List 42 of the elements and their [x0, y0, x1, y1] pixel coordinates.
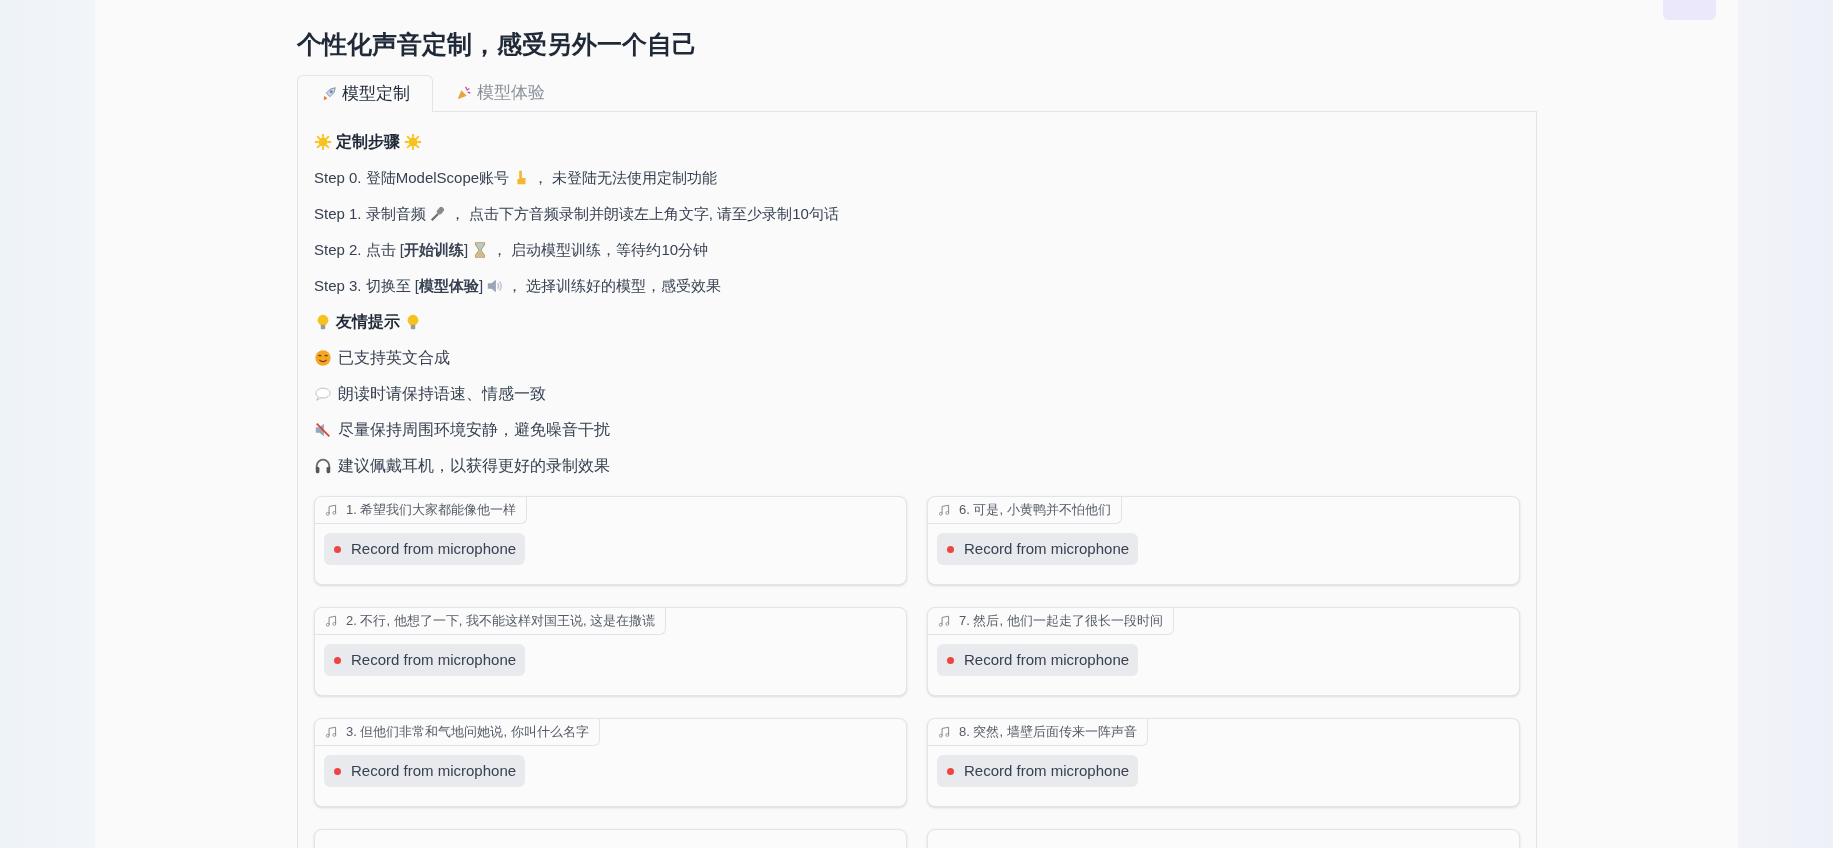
- tip-text: 尽量保持周围环境安静，避免噪音干扰: [338, 420, 610, 440]
- step-text: Step 2. 点击 [开始训练]: [314, 239, 469, 260]
- record-button[interactable]: Record from microphone: [324, 755, 526, 787]
- step-text: ， 点击下方音频录制并朗读左上角文字, 请至少录制10句话: [449, 203, 839, 224]
- speech-bubble-icon: [314, 385, 332, 403]
- tip-text: 建议佩戴耳机，以获得更好的录制效果: [338, 456, 610, 476]
- music-note-icon: [325, 503, 338, 517]
- tab[interactable]: 模型定制: [297, 75, 433, 112]
- page-title: 个性化声音定制，感受另外一个自己: [297, 29, 698, 60]
- tip-text: 朗读时请保持语速、情感一致: [338, 384, 546, 404]
- muted-speaker-icon: [314, 421, 332, 439]
- step-text: Step 0. 登陆ModelScope账号: [314, 167, 510, 188]
- sentence-text: 6. 可是, 小黄鸭并不怕他们: [959, 501, 1111, 520]
- tip-text: 已支持英文合成: [338, 348, 450, 368]
- step-text: ， 未登陆无法使用定制功能: [533, 167, 718, 188]
- music-note-icon: [938, 503, 951, 517]
- record-button[interactable]: Record from microphone: [937, 533, 1139, 565]
- smiley-icon: [314, 349, 332, 367]
- sun-icon: [314, 133, 332, 151]
- speaker-icon: [486, 277, 505, 295]
- headphones-icon: [314, 457, 332, 475]
- music-note-icon: [325, 614, 338, 628]
- microphone-icon: [428, 205, 447, 223]
- record-button[interactable]: Record from microphone: [937, 644, 1139, 676]
- sentence-text: 3. 但他们非常和气地问她说, 你叫什么名字: [346, 723, 589, 742]
- step-text: Step 1. 录制音频: [314, 203, 426, 224]
- section-heading: 定制步骤: [336, 132, 400, 152]
- sentence-text: 8. 突然, 墙壁后面传来一阵声音: [959, 723, 1137, 742]
- sentence-text: 2. 不行, 他想了一下, 我不能这样对国王说, 这是在撒谎: [346, 612, 656, 631]
- music-note-icon: [325, 725, 338, 739]
- sun-icon: [404, 133, 422, 151]
- section-heading: 友情提示: [336, 312, 400, 332]
- record-button[interactable]: Record from microphone: [324, 533, 526, 565]
- step-text: Step 3. 切换至 [模型体验]: [314, 275, 484, 296]
- record-button[interactable]: Record from microphone: [324, 644, 526, 676]
- step-text: ， 选择训练好的模型，感受效果: [507, 275, 722, 296]
- music-note-icon: [938, 614, 951, 628]
- music-note-icon: [938, 725, 951, 739]
- step-text: ， 启动模型训练，等待约10分钟: [492, 239, 709, 260]
- record-button[interactable]: Record from microphone: [937, 755, 1139, 787]
- sentence-text: 7. 然后, 他们一起走了很长一段时间: [959, 612, 1163, 631]
- sentence-text: 1. 希望我们大家都能像他一样: [346, 501, 517, 520]
